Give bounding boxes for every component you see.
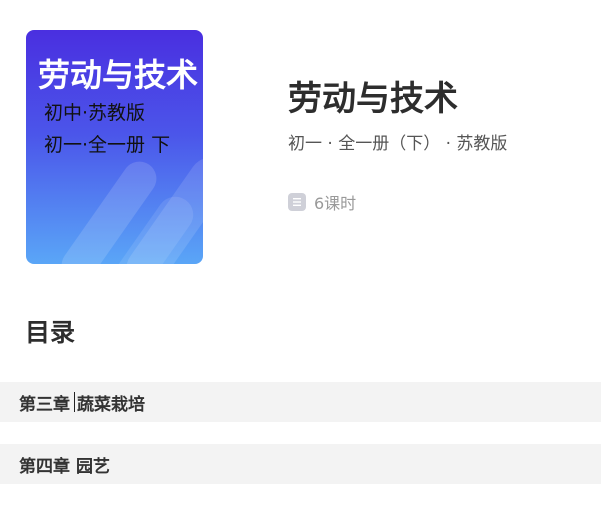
text-cursor bbox=[74, 392, 75, 412]
chapter-number: 第三章 bbox=[19, 394, 70, 415]
book-subtitle: 初一 · 全一册（下） · 苏教版 bbox=[288, 134, 508, 154]
book-title: 劳动与技术 bbox=[288, 79, 458, 119]
book-detail-page: 劳动与技术 初中·苏教版 初一·全一册 下 劳动与技术 初一 · 全一册（下） … bbox=[0, 0, 601, 512]
toc-heading: 目录 bbox=[25, 318, 76, 347]
chapter-row[interactable]: 第三章 蔬菜栽培 bbox=[0, 382, 601, 422]
chapter-number: 第四章 bbox=[19, 456, 70, 477]
lesson-count-label: 6课时 bbox=[314, 194, 357, 213]
cover-edition: 初中·苏教版 bbox=[44, 102, 146, 124]
book-cover[interactable]: 劳动与技术 初中·苏教版 初一·全一册 下 bbox=[26, 30, 203, 264]
chapter-row[interactable]: 第四章 园艺 bbox=[0, 444, 601, 484]
cover-volume: 初一·全一册 下 bbox=[44, 134, 171, 156]
chapter-title: 园艺 bbox=[76, 456, 110, 477]
document-icon bbox=[288, 193, 306, 211]
lesson-count: 6课时 bbox=[288, 190, 356, 214]
cover-title: 劳动与技术 bbox=[38, 56, 199, 94]
chapter-title: 蔬菜栽培 bbox=[77, 394, 145, 415]
